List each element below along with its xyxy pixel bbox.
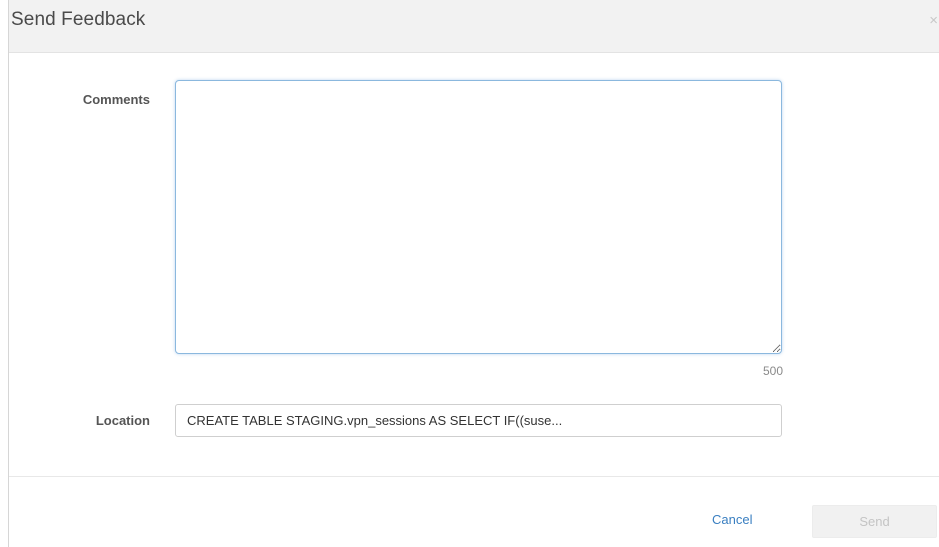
footer-divider: [9, 476, 939, 477]
cancel-button[interactable]: Cancel: [712, 512, 752, 527]
character-count: 500: [762, 364, 783, 378]
dialog-title: Send Feedback: [11, 9, 146, 30]
location-field[interactable]: CREATE TABLE STAGING.vpn_sessions AS SEL…: [175, 404, 782, 437]
dialog-header: Send Feedback ×: [9, 0, 939, 53]
comments-label: Comments: [82, 92, 150, 107]
close-icon[interactable]: ×: [929, 12, 938, 29]
send-button[interactable]: Send: [812, 505, 937, 538]
comments-textarea[interactable]: [175, 80, 782, 354]
location-label: Location: [95, 413, 150, 428]
send-feedback-dialog: Send Feedback × Comments 500 Location CR…: [8, 0, 939, 547]
